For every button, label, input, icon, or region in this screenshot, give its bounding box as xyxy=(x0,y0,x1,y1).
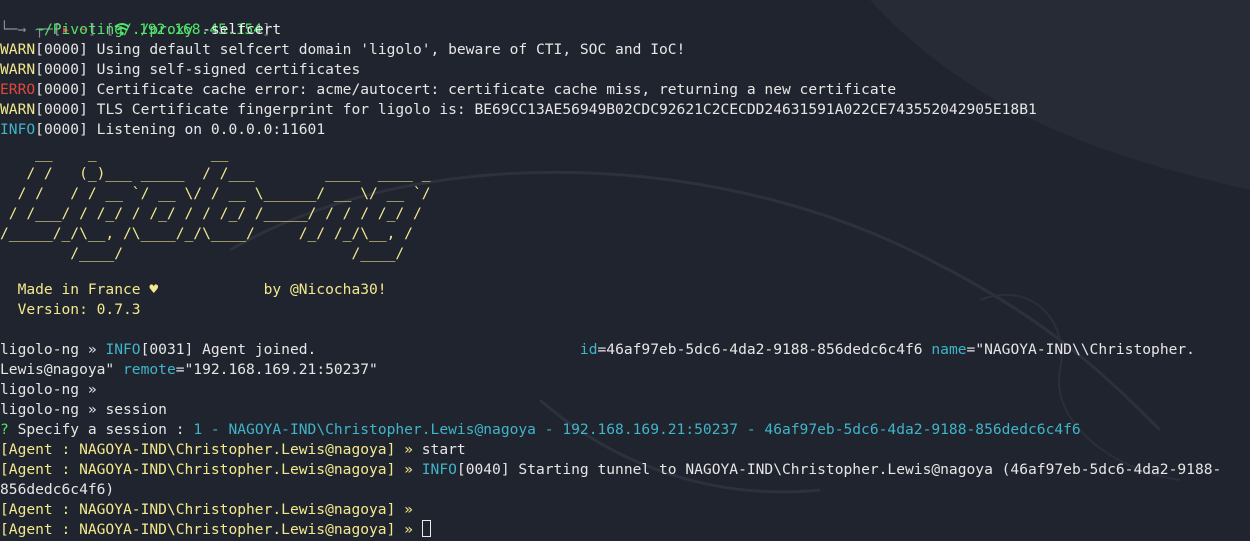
active-input-line[interactable]: [Agent : NAGOYA-IND\Christopher.Lewis@na… xyxy=(0,520,431,540)
field-value: =46af97eb-5dc6-4da2-9188-856dedc6c4f6 xyxy=(597,341,932,358)
command-args: -selfcert xyxy=(193,21,282,38)
log-message: [0000] Certificate cache error: acme/aut… xyxy=(35,81,897,98)
field-value: Lewis@nagoya" xyxy=(0,361,124,378)
banner-line: __ _ __ xyxy=(0,145,431,162)
shell-command-line: └─→ ~/Pivoting/./proxy -selfcert xyxy=(0,20,281,40)
field-key: id xyxy=(579,341,598,358)
banner-line: / /___/ / /_/ / /_/ / / /_/ /_____/ / / … xyxy=(0,205,431,222)
ligolo-prompt-line: ligolo-ng » xyxy=(0,380,105,400)
tunnel-continuation: 856dedc6c4f6) xyxy=(0,481,115,498)
terminal-window[interactable]: ┌─[▸ ~] [ 192.168.45.154] └─→ ~/Pivoting… xyxy=(0,0,1250,541)
log-level: WARN xyxy=(0,101,36,118)
log-line: INFO[0000] Listening on 0.0.0.0:11601 xyxy=(0,120,325,140)
banner-line: /_____/_/\__, /\____/_/\____/ /_/ /_/\__… xyxy=(0,225,431,242)
agent-prompt-line: [Agent : NAGOYA-IND\Christopher.Lewis@na… xyxy=(0,460,1221,480)
field-key: name xyxy=(931,341,967,358)
session-select-line[interactable]: ? Specify a session : 1 - NAGOYA-IND\Chr… xyxy=(0,420,1081,440)
agent-joined-line: ligolo-ng » INFO[0031] Agent joined. id=… xyxy=(0,340,1195,360)
log-message: [0000] Using self-signed certificates xyxy=(35,61,361,78)
log-level: WARN xyxy=(0,41,36,58)
command-path: ~/Pivoting/./proxy xyxy=(35,21,194,38)
question-mark: ? xyxy=(0,421,18,438)
agent-prompt: [Agent : NAGOYA-IND\Christopher.Lewis@na… xyxy=(0,441,422,458)
log-line: WARN[0000] TLS Certificate fingerprint f… xyxy=(0,100,1037,120)
ligolo-prompt: ligolo-ng » xyxy=(0,381,106,398)
terminal-cursor[interactable] xyxy=(421,520,431,537)
prompt-continuation: └─→ xyxy=(0,21,36,38)
typed-command: session xyxy=(105,401,167,418)
question-label: Specify a session : xyxy=(17,421,194,438)
selected-session[interactable]: 1 - NAGOYA-IND\Christopher.Lewis@nagoya … xyxy=(193,421,1080,438)
log-level: ERRO xyxy=(0,81,36,98)
typed-command: start xyxy=(421,441,466,458)
log-level: WARN xyxy=(0,61,36,78)
agent-prompt-line: [Agent : NAGOYA-IND\Christopher.Lewis@na… xyxy=(0,500,422,520)
banner-line: / / / / __ `/ __ \/ / __ \______/ __ \/ … xyxy=(0,185,431,202)
log-level: INFO xyxy=(0,121,36,138)
agent-prompt: [Agent : NAGOYA-IND\Christopher.Lewis@na… xyxy=(0,461,422,478)
version-line: Version: 0.7.3 xyxy=(0,301,141,318)
log-level: INFO xyxy=(421,461,457,478)
ligolo-prompt-line: ligolo-ng » session xyxy=(0,400,167,420)
agent-prompt-line: [Agent : NAGOYA-IND\Christopher.Lewis@na… xyxy=(0,440,466,460)
log-line: WARN[0000] Using self-signed certificate… xyxy=(0,60,360,80)
log-message: [0000] Using default selfcert domain 'li… xyxy=(35,41,686,58)
field-value: ="192.168.169.21:50237" xyxy=(175,361,378,378)
log-line: ERRO[0000] Certificate cache error: acme… xyxy=(0,80,896,100)
log-message: [0040] Starting tunnel to NAGOYA-IND\Chr… xyxy=(456,461,1222,478)
log-message: [0000] TLS Certificate fingerprint for l… xyxy=(35,101,1037,118)
banner-line: / / (_)___ _____ / /___ ____ ____ _ xyxy=(0,165,431,182)
made-in-line: Made in France ♥ by @Nicocha30! xyxy=(0,281,387,298)
log-message: [0000] Listening on 0.0.0.0:11601 xyxy=(35,121,326,138)
log-line: WARN[0000] Using default selfcert domain… xyxy=(0,40,685,60)
ligolo-prompt: ligolo-ng » xyxy=(0,341,106,358)
ligolo-prompt: ligolo-ng » xyxy=(0,401,106,418)
log-message: [0031] Agent joined. xyxy=(140,341,317,358)
field-key: remote xyxy=(123,361,176,378)
log-level: INFO xyxy=(105,341,141,358)
agent-joined-continuation: Lewis@nagoya" remote="192.168.169.21:502… xyxy=(0,360,378,380)
agent-prompt: [Agent : NAGOYA-IND\Christopher.Lewis@na… xyxy=(0,501,422,518)
field-value: ="NAGOYA-IND\\Christopher. xyxy=(966,341,1195,358)
shell-prompt-line: ┌─[▸ ~] [ 192.168.45.154] xyxy=(0,0,271,38)
agent-prompt: [Agent : NAGOYA-IND\Christopher.Lewis@na… xyxy=(0,521,422,538)
banner-line: /____/ /____/ xyxy=(0,245,431,262)
